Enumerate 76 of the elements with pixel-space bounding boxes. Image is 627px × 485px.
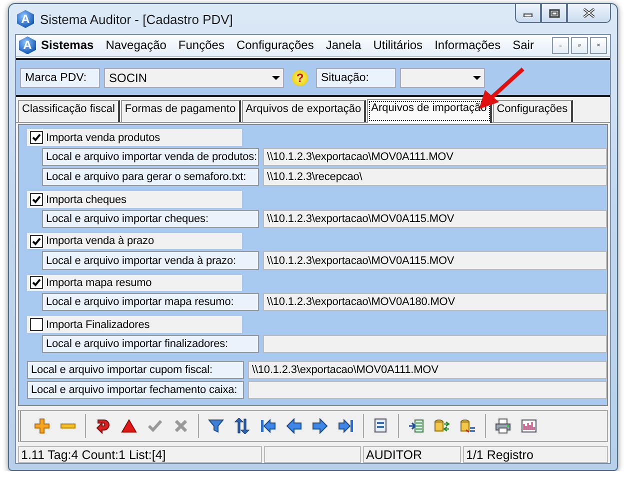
field-label: Local e arquivo importar cupom fiscal: <box>27 360 244 380</box>
check-icon <box>32 195 41 204</box>
checkbox-label: Importa mapa resumo <box>46 276 152 289</box>
field-label: Local e arquivo importar mapa resumo: <box>42 293 259 312</box>
field-label: Local e arquivo importar finalizadores: <box>42 334 259 353</box>
status-user: AUDITOR <box>363 446 461 464</box>
field-label: Marca PDV: <box>20 68 100 88</box>
menu-item[interactable]: Sair <box>506 36 540 54</box>
field-label: Local e arquivo importar fechamento caixa: <box>27 381 244 400</box>
path-field[interactable]: \\10.1.2.3\exportacao\MOV0A111.MOV <box>248 360 607 380</box>
tab[interactable]: Configurações <box>492 100 573 122</box>
field-label: Local e arquivo importar venda à prazo: <box>42 251 259 270</box>
previous-icon <box>286 418 302 434</box>
next-icon <box>312 418 328 434</box>
cancel-icon <box>173 418 189 434</box>
checkbox-label: Importa venda produtos <box>46 132 160 144</box>
check-icon <box>32 236 41 246</box>
field-label: Local e arquivo importar cheques: <box>42 210 259 228</box>
close-button[interactable] <box>567 4 611 23</box>
plus-icon <box>34 418 50 434</box>
menu-item[interactable]: Janela <box>320 36 368 54</box>
tab[interactable]: Formas de pagamento <box>120 100 241 122</box>
menu-item[interactable]: Configurações <box>230 36 320 54</box>
undo-icon <box>95 418 111 434</box>
checkbox-label: Importa cheques <box>46 194 126 206</box>
path-field[interactable]: \\10.1.2.3\exportacao\MOV0A115.MOV <box>263 251 607 270</box>
form-icon <box>373 418 389 434</box>
database-list-icon <box>460 418 476 434</box>
checkbox[interactable] <box>30 318 43 332</box>
checkbox[interactable] <box>30 131 43 144</box>
menu-item[interactable]: Navegação <box>100 36 172 54</box>
logo-letter: A <box>21 12 30 26</box>
help-button[interactable]: ? <box>292 70 308 86</box>
status-records: 1/1 Registro <box>463 446 608 464</box>
first-record-icon <box>260 418 276 434</box>
checkbox[interactable] <box>30 276 43 290</box>
check-icon <box>147 418 163 434</box>
maximize-button[interactable] <box>541 4 567 23</box>
tab[interactable]: Classificação fiscal <box>18 100 120 122</box>
window-title: Sistema Auditor - [Cadastro PDV] <box>40 12 234 26</box>
menu-item[interactable]: Sistemas <box>36 36 100 54</box>
checkbox-label: Importa Finalizadores <box>46 318 150 331</box>
field-label: Situação: <box>316 68 396 88</box>
checkbox[interactable] <box>30 234 43 248</box>
field-label: Local e arquivo para gerar o semaforo.txt: <box>42 168 259 186</box>
path-field[interactable]: \\10.1.2.3\recepcao\ <box>263 168 607 186</box>
tab[interactable]: Arquivos de importação <box>367 99 492 124</box>
check-icon <box>32 278 41 288</box>
checkbox[interactable] <box>30 193 43 206</box>
path-field[interactable] <box>248 381 607 400</box>
sort-icon <box>234 418 250 434</box>
path-field[interactable]: \\10.1.2.3\exportacao\MOV0A180.MOV <box>263 293 607 312</box>
brand-dropdown[interactable]: SOCIN <box>104 68 284 88</box>
database-sync-icon <box>434 418 450 434</box>
menu-item[interactable]: Funções <box>172 36 230 54</box>
chart-icon <box>521 418 537 434</box>
triangle-icon <box>121 418 137 434</box>
field-label: Local e arquivo importar venda de produtos: <box>42 148 259 166</box>
status-info: 1.11 Tag:4 Count:1 List:[4] <box>18 446 262 464</box>
filter-icon <box>208 418 224 434</box>
path-field[interactable]: \\10.1.2.3\exportacao\MOV0A115.MOV <box>263 210 607 228</box>
menu-item[interactable]: Utilitários <box>367 36 429 54</box>
logo-letter: A <box>23 38 32 52</box>
tab[interactable]: Arquivos de exportação <box>242 100 366 122</box>
maximize-icon <box>548 8 560 18</box>
restore-button[interactable] <box>571 36 588 54</box>
menu-item[interactable]: Informações <box>428 36 507 54</box>
last-record-icon <box>338 418 354 434</box>
import-list-icon <box>408 418 424 434</box>
checkbox-label: Importa venda à prazo <box>46 235 154 248</box>
check-icon <box>32 133 41 142</box>
path-field[interactable] <box>263 334 607 353</box>
path-field[interactable]: \\10.1.2.3\exportacao\MOV0A111.MOV <box>263 148 607 166</box>
printer-icon <box>495 418 511 434</box>
close-icon <box>583 8 595 18</box>
minimize-button[interactable] <box>515 4 541 23</box>
